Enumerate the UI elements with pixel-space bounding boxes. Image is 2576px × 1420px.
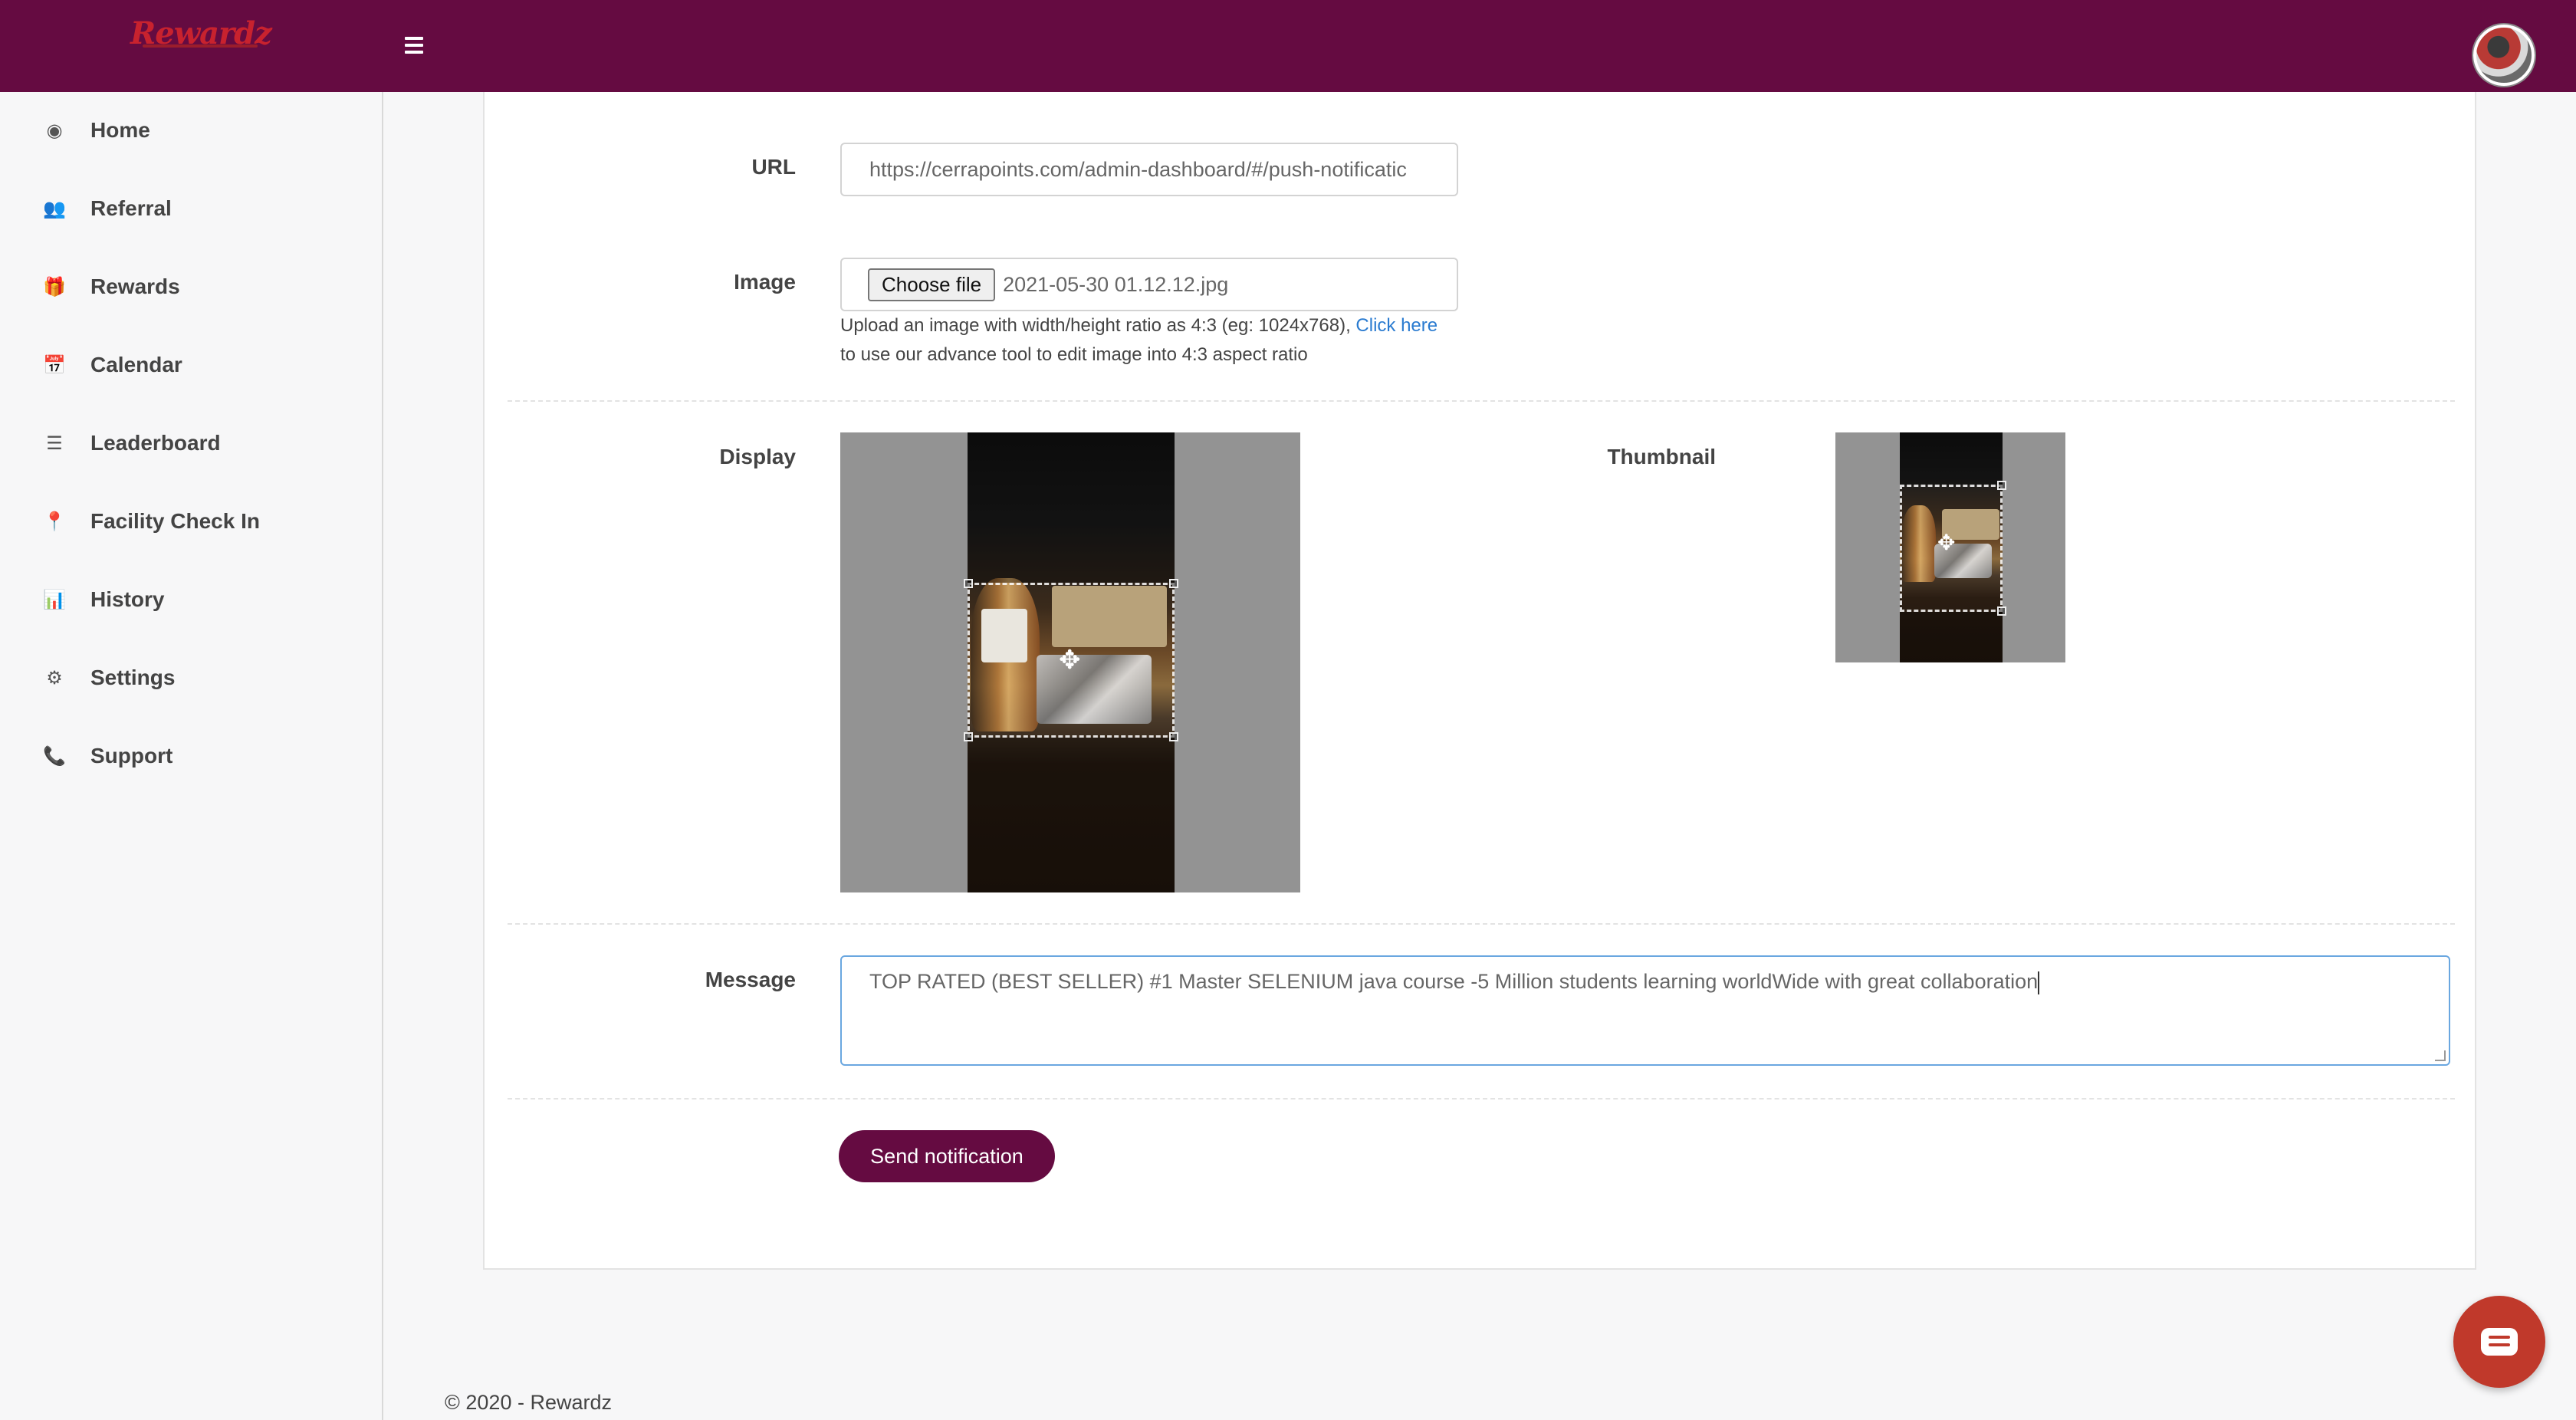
move-icon[interactable]: ✥ xyxy=(1059,645,1081,675)
sidebar-item-label: Leaderboard xyxy=(90,431,221,455)
gift-icon: 🎁 xyxy=(43,276,66,297)
choose-file-button[interactable]: Choose file xyxy=(868,268,996,301)
move-icon[interactable]: ✥ xyxy=(1937,530,1955,555)
advance-tool-link[interactable]: Click here xyxy=(1355,315,1438,336)
sidebar-item-support[interactable]: 📞 Support xyxy=(43,733,365,779)
sidebar-item-facility-check-in[interactable]: 📍 Facility Check In xyxy=(43,498,365,544)
resize-handle[interactable] xyxy=(2435,1050,2446,1061)
sidebar-item-label: Calendar xyxy=(90,353,182,376)
message-label: Message xyxy=(705,968,796,991)
divider xyxy=(508,923,2455,925)
url-label: URL xyxy=(751,155,796,179)
send-notification-button[interactable]: Send notification xyxy=(839,1130,1055,1182)
sidebar-item-label: Home xyxy=(90,118,150,142)
list-icon: ☰ xyxy=(46,432,63,454)
message-value: TOP RATED (BEST SELLER) #1 Master SELENI… xyxy=(869,970,2039,993)
sidebar-item-home[interactable]: ◉ Home xyxy=(43,107,365,153)
map-pin-icon: 📍 xyxy=(43,511,66,532)
url-input[interactable]: https://cerrapoints.com/admin-dashboard/… xyxy=(840,143,1458,196)
sidebar-item-history[interactable]: 📊 History xyxy=(43,577,365,623)
calendar-icon: 📅 xyxy=(43,354,66,376)
display-crop-box[interactable]: ✥ xyxy=(964,579,1178,741)
chat-icon xyxy=(2481,1328,2518,1356)
logo-underline xyxy=(143,44,258,48)
image-hint-suffix: to use our advance tool to edit image in… xyxy=(840,344,1308,365)
notification-form-card: URL https://cerrapoints.com/admin-dashbo… xyxy=(483,92,2476,1270)
sidebar-item-label: History xyxy=(90,587,165,611)
sidebar-item-label: Referral xyxy=(90,196,172,220)
display-crop-area[interactable]: ✥ xyxy=(840,432,1300,892)
home-icon: ◉ xyxy=(46,120,63,141)
thumbnail-label: Thumbnail xyxy=(1607,445,1716,468)
thumbnail-crop-box[interactable]: ✥ xyxy=(1900,481,2006,616)
sidebar-item-label: Support xyxy=(90,744,173,768)
phone-icon: 📞 xyxy=(43,745,66,767)
bar-chart-icon: 📊 xyxy=(43,589,66,610)
divider xyxy=(508,400,2455,402)
sidebar-item-label: Facility Check In xyxy=(90,509,260,533)
sidebar-item-label: Settings xyxy=(90,666,176,689)
image-label: Image xyxy=(734,270,796,294)
users-icon: 👥 xyxy=(43,198,66,219)
sidebar-item-calendar[interactable]: 📅 Calendar xyxy=(43,342,365,388)
gear-icon: ⚙ xyxy=(46,667,63,689)
url-input-value: https://cerrapoints.com/admin-dashboard/… xyxy=(869,157,1407,181)
sidebar: ◉ Home 👥 Referral 🎁 Rewards 📅 Calendar ☰… xyxy=(0,92,383,1420)
divider xyxy=(508,1098,2455,1100)
sidebar-item-leaderboard[interactable]: ☰ Leaderboard xyxy=(43,420,365,466)
image-hint: Upload an image with width/height ratio … xyxy=(840,311,1454,370)
top-bar: Rewardz xyxy=(0,0,2576,92)
sidebar-item-settings[interactable]: ⚙ Settings xyxy=(43,655,365,701)
chat-button[interactable] xyxy=(2453,1296,2545,1388)
sidebar-item-rewards[interactable]: 🎁 Rewards xyxy=(43,264,365,310)
sidebar-item-referral[interactable]: 👥 Referral xyxy=(43,186,365,232)
image-hint-prefix: Upload an image with width/height ratio … xyxy=(840,315,1356,336)
thumbnail-crop-area[interactable]: ✥ xyxy=(1835,432,2065,662)
avatar[interactable] xyxy=(2473,25,2535,86)
message-textarea[interactable]: TOP RATED (BEST SELLER) #1 Master SELENI… xyxy=(840,955,2450,1066)
display-label: Display xyxy=(719,445,796,468)
menu-toggle-icon[interactable] xyxy=(405,37,423,54)
image-file-input[interactable]: Choose file 2021-05-30 01.12.12.jpg xyxy=(840,258,1458,311)
image-filename: 2021-05-30 01.12.12.jpg xyxy=(1003,272,1229,296)
sidebar-item-label: Rewards xyxy=(90,274,180,298)
footer-copyright: © 2020 - Rewardz xyxy=(445,1391,612,1414)
